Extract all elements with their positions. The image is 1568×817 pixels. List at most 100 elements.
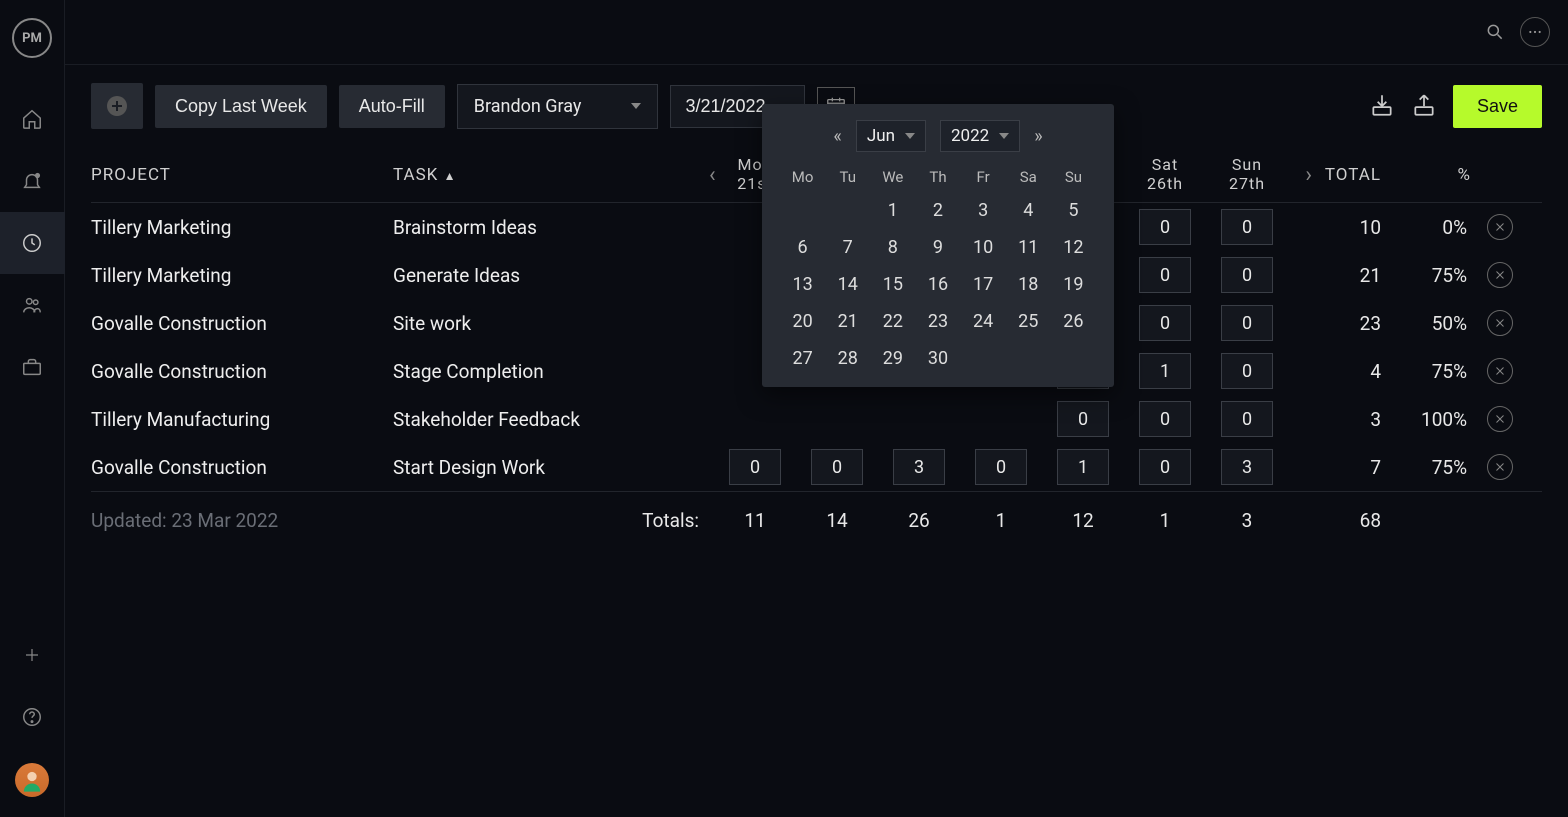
- dp-day[interactable]: 20: [780, 303, 825, 340]
- grand-total: 68: [1289, 509, 1389, 532]
- nav-portfolio[interactable]: [0, 336, 65, 398]
- search-button[interactable]: [1480, 17, 1510, 47]
- dp-year-select[interactable]: 2022: [940, 120, 1020, 152]
- more-icon: [1527, 24, 1543, 40]
- hour-input[interactable]: 0: [1221, 305, 1273, 341]
- dp-day[interactable]: 4: [1006, 192, 1051, 229]
- delete-row-button[interactable]: [1487, 262, 1513, 288]
- hour-cell: 0: [715, 449, 795, 485]
- hour-input[interactable]: 1: [1057, 449, 1109, 485]
- save-button[interactable]: Save: [1453, 85, 1542, 128]
- hour-input[interactable]: 0: [1139, 257, 1191, 293]
- add-row-button[interactable]: [91, 83, 143, 129]
- dp-day[interactable]: 5: [1051, 192, 1096, 229]
- copy-last-week-button[interactable]: Copy Last Week: [155, 85, 327, 128]
- dp-day: [1051, 340, 1096, 377]
- hour-input[interactable]: 3: [1221, 449, 1273, 485]
- dp-prev-year[interactable]: «: [833, 126, 841, 147]
- dp-day[interactable]: 6: [780, 229, 825, 266]
- dp-day[interactable]: 3: [961, 192, 1006, 229]
- dp-next-year[interactable]: »: [1034, 126, 1042, 147]
- delete-row-button[interactable]: [1487, 214, 1513, 240]
- hour-input[interactable]: 1: [1139, 353, 1191, 389]
- dp-day[interactable]: 19: [1051, 266, 1096, 303]
- hour-input[interactable]: 0: [1221, 209, 1273, 245]
- row-total: 7: [1289, 456, 1389, 479]
- dp-day[interactable]: 9: [915, 229, 960, 266]
- row-total: 4: [1289, 360, 1389, 383]
- row-percent: 75%: [1391, 456, 1471, 479]
- hour-input[interactable]: 0: [1221, 401, 1273, 437]
- hour-input[interactable]: 0: [1139, 449, 1191, 485]
- dp-day: [961, 340, 1006, 377]
- hour-input[interactable]: 0: [1057, 401, 1109, 437]
- dp-day[interactable]: 16: [915, 266, 960, 303]
- hour-input[interactable]: 0: [1139, 305, 1191, 341]
- dp-day[interactable]: 21: [825, 303, 870, 340]
- dp-day[interactable]: 8: [870, 229, 915, 266]
- col-day-sun: Sun27th: [1207, 156, 1287, 193]
- hour-input[interactable]: 0: [729, 449, 781, 485]
- dp-day[interactable]: 14: [825, 266, 870, 303]
- dp-day[interactable]: 23: [915, 303, 960, 340]
- dp-day[interactable]: 29: [870, 340, 915, 377]
- col-task[interactable]: TASK ▲: [393, 165, 713, 185]
- auto-fill-button[interactable]: Auto-Fill: [339, 85, 445, 128]
- dp-day[interactable]: 12: [1051, 229, 1096, 266]
- hour-input[interactable]: 0: [1221, 257, 1273, 293]
- hour-input[interactable]: 0: [975, 449, 1027, 485]
- col-project[interactable]: PROJECT: [91, 165, 391, 185]
- hour-cell: 0: [1207, 305, 1287, 341]
- dp-day[interactable]: 2: [915, 192, 960, 229]
- dp-month-select[interactable]: Jun: [856, 120, 926, 152]
- next-week-button[interactable]: ›: [1305, 162, 1312, 187]
- dp-day[interactable]: 30: [915, 340, 960, 377]
- delete-row-button[interactable]: [1487, 358, 1513, 384]
- dp-day[interactable]: 11: [1006, 229, 1051, 266]
- dp-day[interactable]: 28: [825, 340, 870, 377]
- nav-home[interactable]: [0, 88, 65, 150]
- plus-icon: [23, 646, 41, 664]
- delete-row-button[interactable]: [1487, 406, 1513, 432]
- col-day-sat: Sat26th: [1125, 156, 1205, 193]
- prev-week-button[interactable]: ‹: [709, 162, 716, 187]
- dp-day[interactable]: 25: [1006, 303, 1051, 340]
- row-percent: 50%: [1391, 312, 1471, 335]
- dp-day[interactable]: 24: [961, 303, 1006, 340]
- dp-day[interactable]: 22: [870, 303, 915, 340]
- dp-day[interactable]: 1: [870, 192, 915, 229]
- dp-day[interactable]: 17: [961, 266, 1006, 303]
- dp-day[interactable]: 7: [825, 229, 870, 266]
- hour-cell: 3: [1207, 449, 1287, 485]
- nav-timesheet[interactable]: [0, 212, 65, 274]
- nav-add[interactable]: [0, 624, 65, 686]
- nav-people[interactable]: [0, 274, 65, 336]
- hour-cell: 3: [879, 449, 959, 485]
- dp-day-header: We: [870, 162, 915, 192]
- app-logo[interactable]: PM: [12, 18, 52, 58]
- chevron-down-icon: [631, 103, 641, 109]
- hour-input[interactable]: 0: [1139, 401, 1191, 437]
- dp-day[interactable]: 27: [780, 340, 825, 377]
- more-button[interactable]: [1520, 17, 1550, 47]
- topbar: [65, 0, 1568, 65]
- delete-row-button[interactable]: [1487, 310, 1513, 336]
- hour-input[interactable]: 0: [1221, 353, 1273, 389]
- nav-notifications[interactable]: [0, 150, 65, 212]
- nav-help[interactable]: [0, 686, 65, 748]
- dp-day[interactable]: 10: [961, 229, 1006, 266]
- delete-row-button[interactable]: [1487, 454, 1513, 480]
- hour-input[interactable]: 3: [893, 449, 945, 485]
- hour-input[interactable]: 0: [811, 449, 863, 485]
- dp-day[interactable]: 13: [780, 266, 825, 303]
- hour-input[interactable]: 0: [1139, 209, 1191, 245]
- hour-cell: 0: [961, 449, 1041, 485]
- dp-day[interactable]: 26: [1051, 303, 1096, 340]
- dp-day[interactable]: 18: [1006, 266, 1051, 303]
- user-avatar[interactable]: [15, 763, 49, 797]
- import-button[interactable]: [1369, 92, 1397, 120]
- dp-day[interactable]: 15: [870, 266, 915, 303]
- hour-cell: 0: [797, 449, 877, 485]
- user-select[interactable]: Brandon Gray: [457, 84, 659, 129]
- export-button[interactable]: [1411, 92, 1439, 120]
